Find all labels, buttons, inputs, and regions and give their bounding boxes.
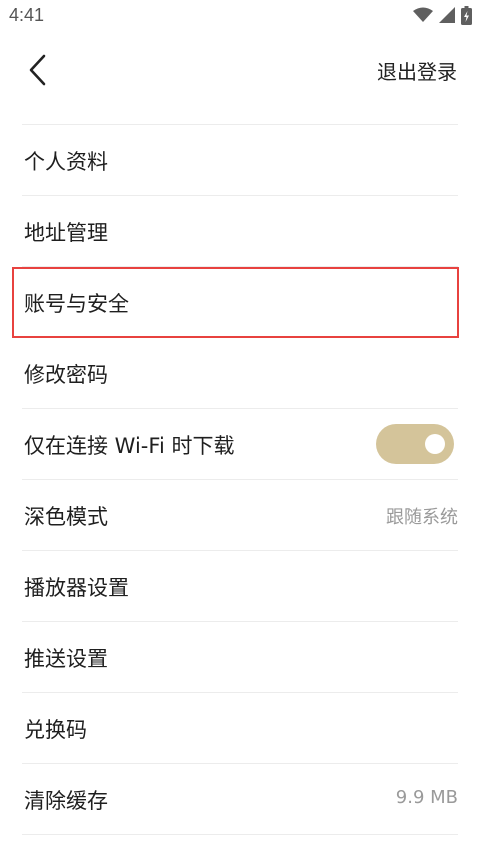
dark-mode-value: 跟随系统 [386,507,458,528]
settings-item-profile[interactable]: 个人资料 [22,125,458,196]
settings-item-dark-mode[interactable]: 深色模式 跟随系统 [22,480,458,551]
settings-item-label: 播放器设置 [24,576,129,600]
settings-item-clear-cache[interactable]: 清除缓存 9.9 MB [22,764,458,835]
settings-item-redeem-code[interactable]: 兑换码 [22,693,458,764]
settings-item-label: 深色模式 [24,505,108,529]
settings-item-label: 个人资料 [24,150,108,174]
settings-item-account-security[interactable]: 账号与安全 [12,267,459,338]
settings-item-label: 仅在连接 Wi-Fi 时下载 [24,434,235,458]
settings-item-change-password[interactable]: 修改密码 [22,338,458,409]
settings-item-address[interactable]: 地址管理 [22,196,458,267]
battery-icon [461,5,472,29]
back-button[interactable] [22,52,54,88]
wifi-icon [413,7,433,27]
settings-item-label: 推送设置 [24,647,108,671]
signal-icon [439,7,455,27]
settings-item-label: 修改密码 [24,363,108,387]
settings-item-label: 兑换码 [24,718,87,742]
app-header: 退出登录 [0,34,480,106]
settings-item-label: 地址管理 [24,221,108,245]
cache-size-value: 9.9 MB [395,787,458,808]
status-bar: 4:41 [0,0,480,34]
status-icons [413,5,472,29]
settings-item-label: 账号与安全 [24,292,129,316]
settings-item-push[interactable]: 推送设置 [22,622,458,693]
settings-item-wifi-download: 仅在连接 Wi-Fi 时下载 [22,409,458,480]
settings-item-player[interactable]: 播放器设置 [22,551,458,622]
status-time: 4:41 [9,5,45,25]
settings-list: 个人资料 地址管理 账号与安全 修改密码 仅在连接 Wi-Fi 时下载 深色模式… [12,124,459,835]
logout-button[interactable]: 退出登录 [377,56,457,85]
settings-item-label: 清除缓存 [24,789,108,813]
chevron-left-icon [29,54,46,86]
toggle-knob [425,434,445,454]
wifi-download-toggle[interactable] [376,424,454,464]
